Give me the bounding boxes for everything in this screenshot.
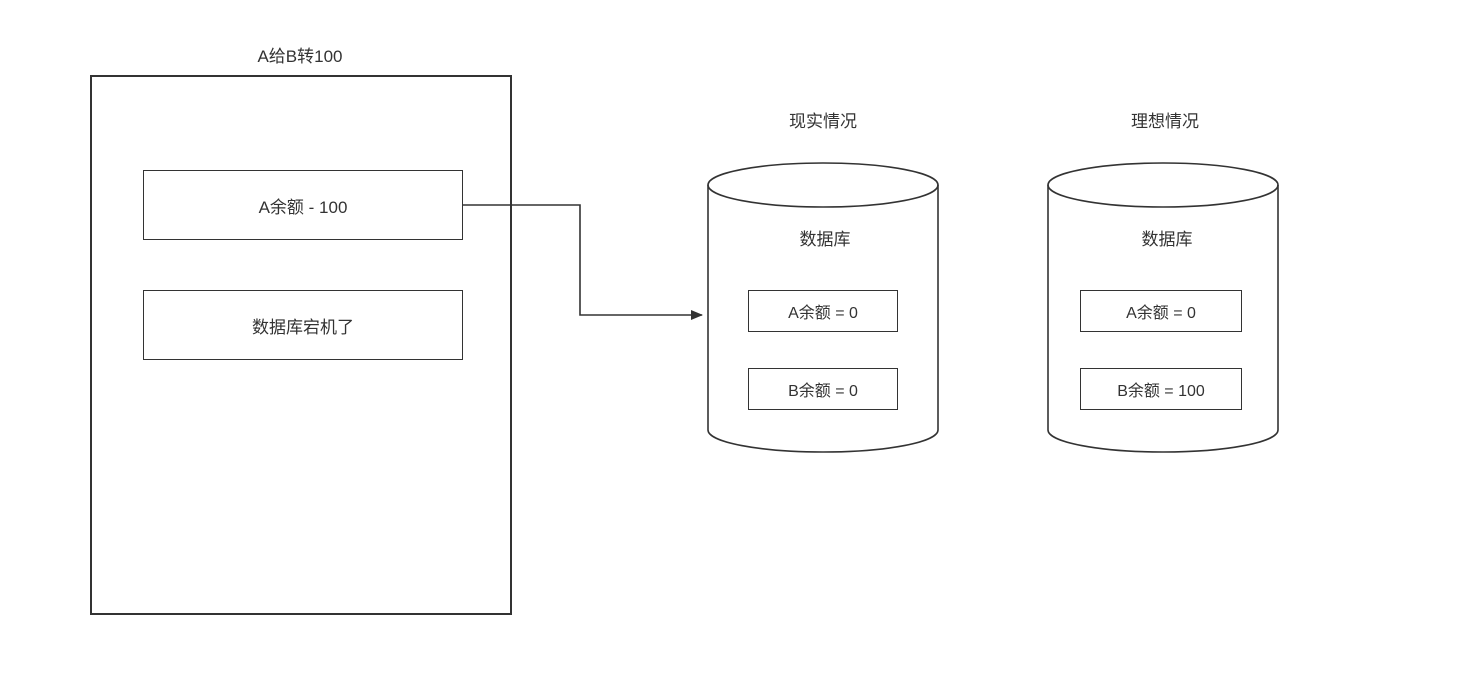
actual-db-row-2: B余额 = 0	[748, 368, 898, 410]
actual-db-row-1: A余额 = 0	[748, 290, 898, 332]
transaction-title: A给B转100	[240, 42, 360, 67]
ideal-db-row-1: A余额 = 0	[1080, 290, 1242, 332]
transaction-step-1: A余额 - 100	[143, 170, 463, 240]
transaction-step-2: 数据库宕机了	[143, 290, 463, 360]
ideal-db-label: 数据库	[1132, 225, 1202, 250]
diagram-root: A给B转100 A余额 - 100 数据库宕机了 现实情况 数据库 A余额 = …	[0, 0, 1484, 678]
actual-db-title: 现实情况	[773, 107, 873, 132]
ideal-db-title: 理想情况	[1115, 107, 1215, 132]
actual-db-label: 数据库	[790, 225, 860, 250]
ideal-db-row-2: B余额 = 100	[1080, 368, 1242, 410]
